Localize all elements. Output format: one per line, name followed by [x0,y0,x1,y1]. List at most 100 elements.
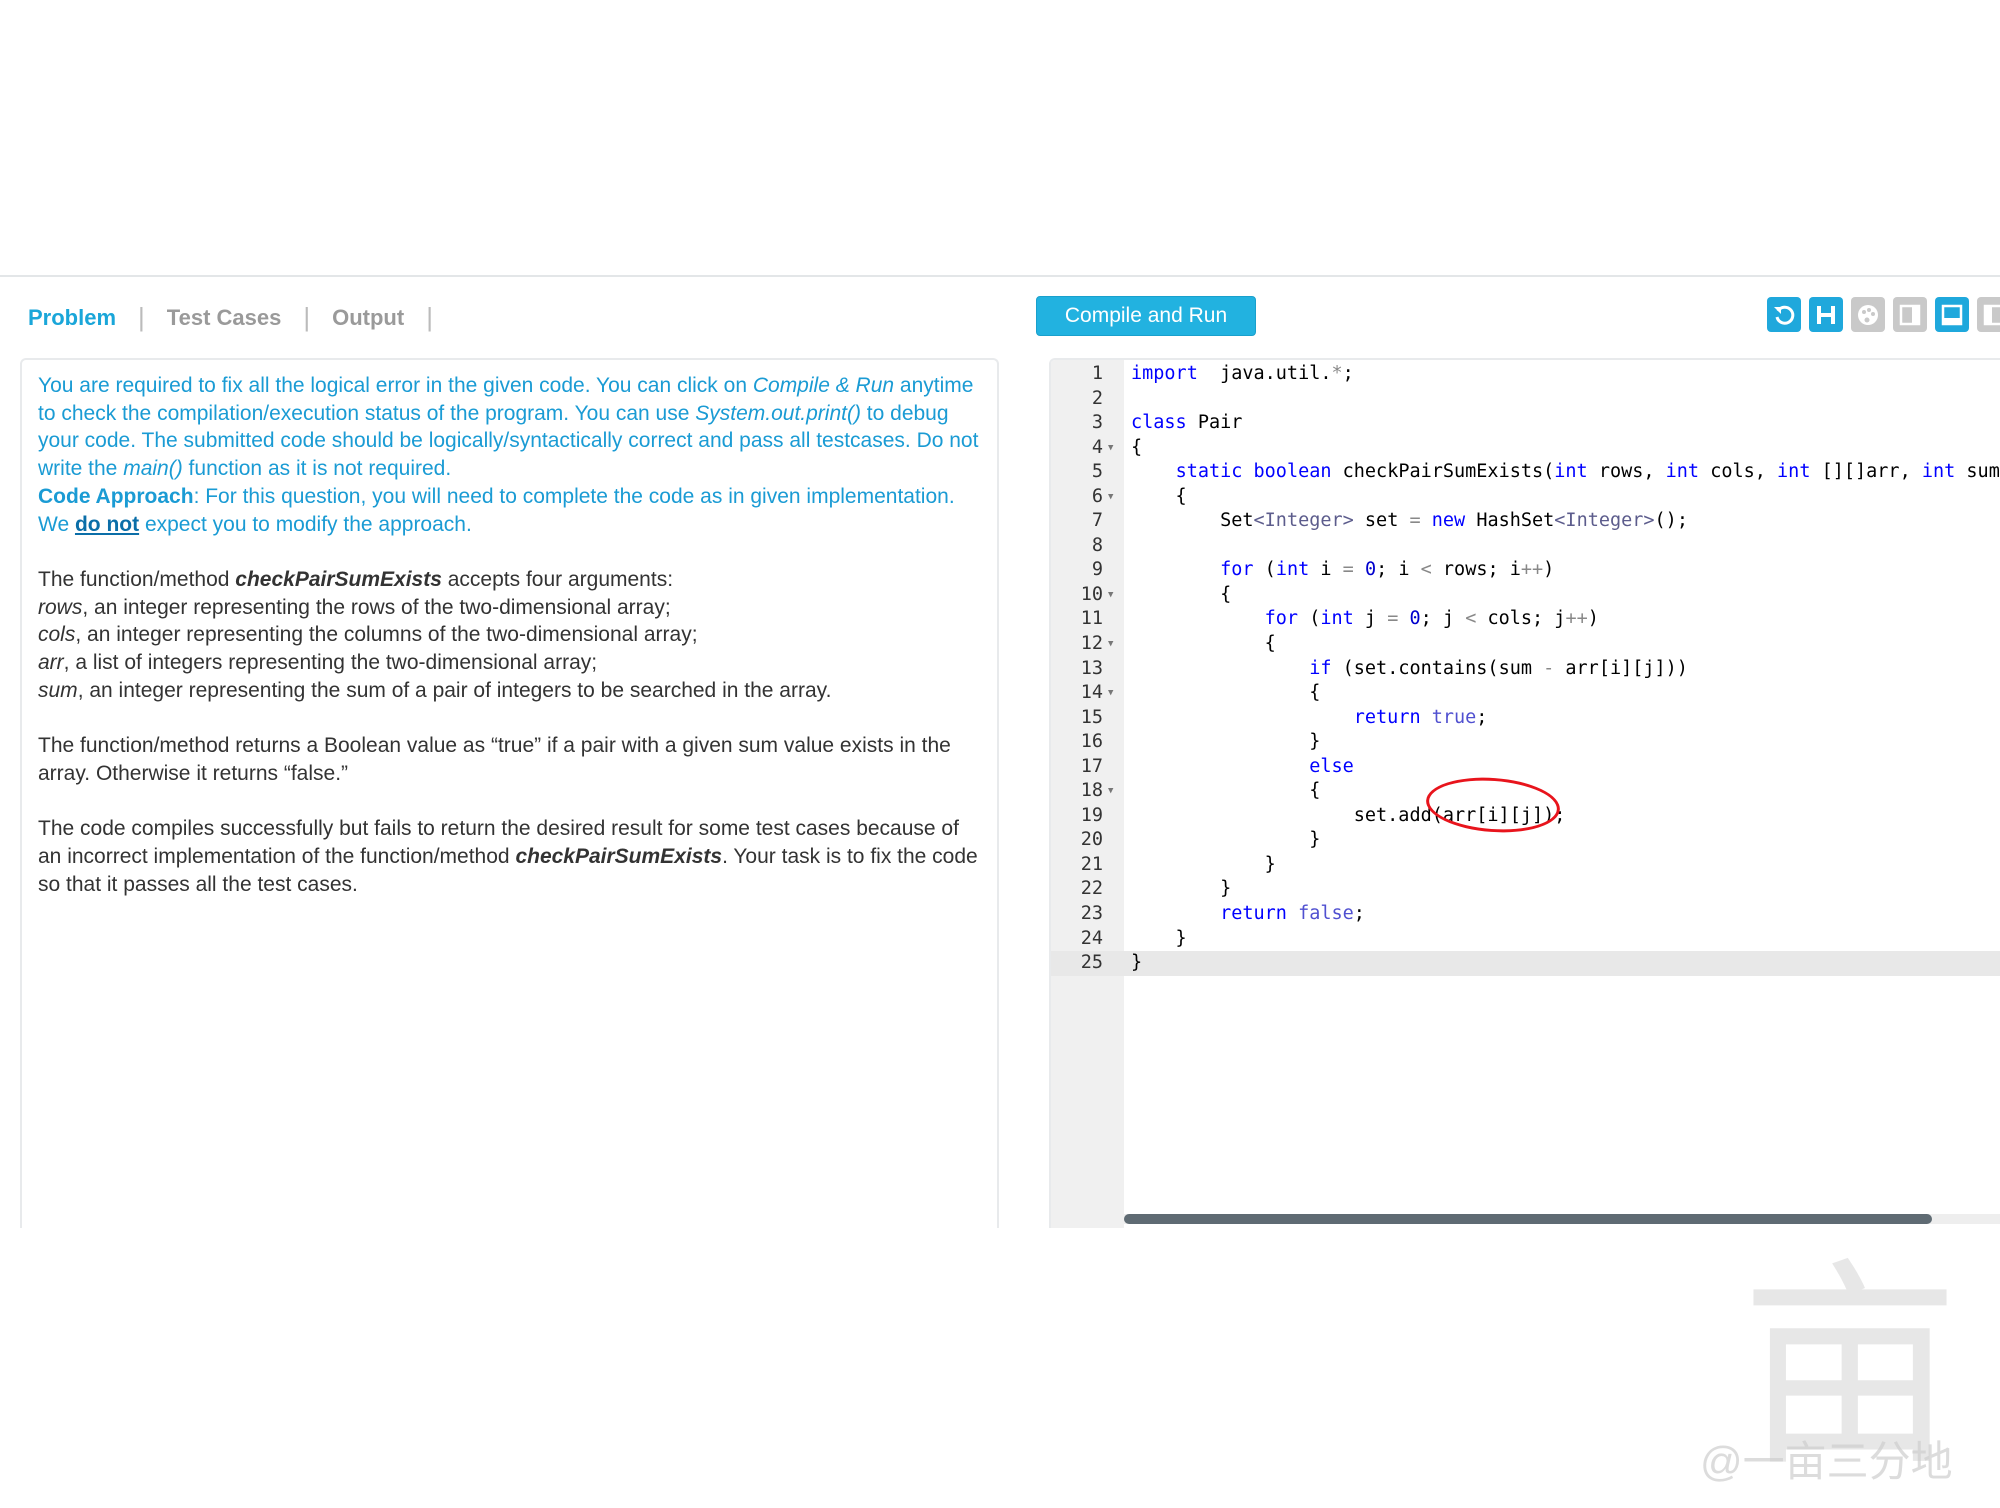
code-text: } [1131,853,1276,878]
code-token: } [1131,731,1321,753]
code-line[interactable]: 24 } [1051,927,2000,952]
code-token: < [1420,559,1432,581]
code-token: } [1131,952,1143,974]
reset-icon[interactable] [1767,297,1801,332]
compile-and-run-button[interactable]: Compile and Run [1036,296,1256,336]
code-token: < [1465,608,1477,630]
code-token: [][]arr, [1810,461,1922,483]
code-token: { [1131,485,1187,507]
line-number: 7 [1091,510,1103,532]
code-line[interactable]: 4 ▼ { [1051,436,2000,461]
code-approach: Code Approach: For this question, you wi… [38,483,981,538]
code-token: true [1431,706,1477,728]
code-token: class [1131,412,1187,434]
code-line[interactable]: 14 ▼ { [1051,681,2000,706]
fold-arrow-icon[interactable]: ▼ [1108,779,1113,804]
code-token: (); [1654,510,1688,532]
tab-problem[interactable]: Problem [28,305,116,331]
code-token: new [1431,510,1466,532]
theme-palette-icon[interactable] [1851,297,1885,332]
tab-output[interactable]: Output [332,305,404,331]
code-token: (set.contains(sum [1331,657,1544,679]
line-number: 18 [1080,780,1103,802]
code-line[interactable]: 11 for (int j = 0; j < cols; j++) [1051,607,2000,632]
line-number: 24 [1080,927,1103,949]
code-token: ) [1543,559,1555,581]
line-number: 13 [1080,657,1103,679]
code-text: } [1131,927,1187,952]
code-line[interactable]: 7 Set<Integer> set = new HashSet<Integer… [1051,509,2000,534]
code-line[interactable]: 3 class Pair [1051,411,2000,436]
editor-toolbar [1767,297,2000,332]
save-icon[interactable] [1809,297,1843,332]
code-text: return false; [1131,902,1365,927]
text-segment: Code Approach [38,484,194,508]
line-number: 19 [1080,804,1103,826]
fold-arrow-icon[interactable]: ▼ [1108,436,1113,461]
code-line[interactable]: 20 } [1051,828,2000,853]
code-token: else [1309,755,1354,777]
tab-separator: | [426,302,433,332]
return-description: The function/method returns a Boolean va… [38,732,981,787]
code-text: static boolean checkPairSumExists(int ro… [1131,460,2000,485]
code-text: { [1131,681,1320,706]
code-line[interactable]: 21 } [1051,853,2000,878]
code-token: for [1264,608,1299,630]
code-token: int [1921,461,1956,483]
code-line[interactable]: 8 [1051,534,2000,559]
code-line[interactable]: 1 import java.util.*; [1051,362,2000,387]
line-number: 17 [1080,755,1103,777]
emphasis-link[interactable]: do not [75,513,139,536]
code-token: arr[i][j])) [1554,657,1688,679]
code-token: ++ [1565,608,1588,630]
code-token: { [1131,682,1321,704]
code-line[interactable]: 12 ▼ { [1051,632,2000,657]
line-number: 12 [1080,633,1103,655]
code-line[interactable]: 15 return true; [1051,706,2000,731]
code-line[interactable]: 13 if (set.contains(sum - arr[i][j])) [1051,657,2000,682]
text-segment: You are required to fix all the logical … [38,374,753,397]
code-token: Pair [1186,412,1243,434]
code-token: = [1409,510,1421,532]
layout-right-icon[interactable] [1893,297,1927,332]
code-line[interactable]: 16 } [1051,730,2000,755]
code-line[interactable]: 9 for (int i = 0; i < rows; i++) [1051,558,2000,583]
layout-bottom-icon[interactable] [1935,297,1969,332]
line-number: 3 [1091,412,1103,434]
code-token: int [1665,461,1700,483]
fold-arrow-icon[interactable]: ▼ [1108,485,1113,510]
code-line[interactable]: 25} [1051,951,2000,976]
code-line[interactable]: 22 } [1051,877,2000,902]
code-line[interactable]: 5 static boolean checkPairSumExists(int … [1051,460,2000,485]
top-divider [0,275,2000,277]
text-segment: , an integer representing the rows of th… [82,595,671,619]
code-token: checkPairSumExists( [1331,461,1555,483]
text-segment: checkPairSumExists [235,567,442,591]
code-line[interactable]: 10 ▼ { [1051,583,2000,608]
code-token: } [1131,927,1187,949]
code-token: cols; j [1476,608,1566,630]
fold-arrow-icon[interactable]: ▼ [1108,583,1113,608]
tab-test-cases[interactable]: Test Cases [167,305,282,331]
arguments-description: The function/method checkPairSumExists a… [38,566,981,705]
code-text: import java.util.*; [1131,362,1354,387]
fold-arrow-icon[interactable]: ▼ [1108,681,1113,706]
code-line[interactable]: 23 return false; [1051,902,2000,927]
code-lines[interactable]: 1 import java.util.*; 2 3 class Pair 4 ▼{5 sta… [1051,362,2000,976]
code-text: { [1131,583,1231,608]
code-text: { [1131,779,1320,804]
code-line[interactable]: 17 else [1051,755,2000,780]
code-line[interactable]: 6 ▼ { [1051,485,2000,510]
text-segment: accepts four arguments: [441,567,674,591]
code-line[interactable]: 2 [1051,387,2000,412]
code-token: { [1131,583,1232,605]
text-segment: main() [123,457,183,481]
layout-left-icon[interactable] [1977,297,2000,332]
code-text: } [1131,828,1320,853]
fold-arrow-icon[interactable]: ▼ [1108,632,1113,657]
code-token: ; [1353,903,1365,925]
code-text: { [1131,485,1187,510]
